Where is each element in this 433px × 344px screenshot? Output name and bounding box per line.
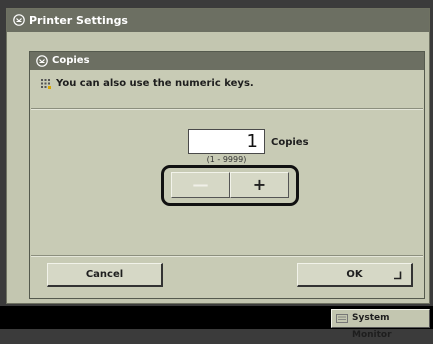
printer-settings-icon [36, 55, 48, 67]
printer-settings-icon [13, 14, 25, 26]
copies-dialog: Copies You can also use the numeric keys… [29, 51, 425, 299]
ok-button-label: OK [346, 269, 363, 280]
divider [31, 108, 423, 110]
window-title: Printer Settings [29, 14, 128, 27]
status-bar: System Monitor [0, 306, 433, 340]
printer-settings-window: Printer Settings Copies You can also use… [6, 8, 430, 304]
copies-range-label: (1 - 9999) [206, 155, 247, 164]
decrease-button[interactable]: — [171, 172, 230, 198]
numeric-keys-hint: You can also use the numeric keys. [40, 78, 254, 90]
hint-text: You can also use the numeric keys. [56, 78, 254, 89]
dialog-title-bar: Copies [30, 52, 424, 70]
cancel-button[interactable]: Cancel [47, 263, 163, 287]
numeric-keypad-icon [41, 79, 51, 89]
system-monitor-button[interactable]: System Monitor [331, 309, 430, 340]
enter-icon [394, 271, 402, 280]
dialog-title: Copies [52, 55, 90, 66]
window-title-bar: Printer Settings [7, 9, 429, 32]
system-monitor-icon [336, 314, 348, 323]
ok-button[interactable]: OK [297, 263, 413, 287]
copies-input[interactable]: 1 [188, 129, 265, 154]
copies-unit-label: Copies [271, 137, 309, 148]
divider [31, 255, 423, 257]
increase-button[interactable]: + [230, 172, 289, 198]
system-monitor-label: System Monitor [352, 313, 392, 340]
